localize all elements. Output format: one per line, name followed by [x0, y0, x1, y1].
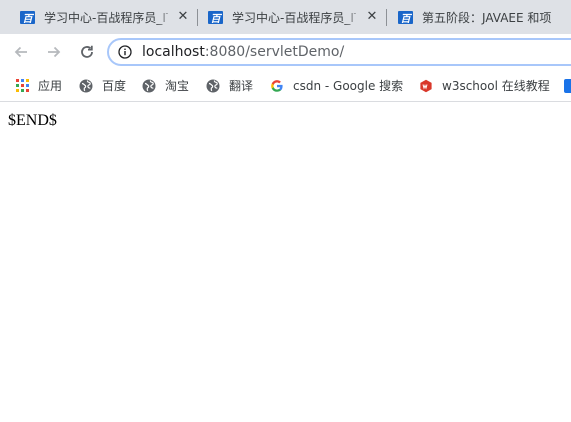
browser-toolbar: localhost:8080/servletDemo/	[0, 34, 571, 70]
url-path: :8080/servletDemo/	[204, 44, 345, 60]
globe-icon	[142, 79, 156, 92]
bookmark-apps[interactable]: 应用	[16, 70, 62, 101]
tab-strip: 百 学习中心-百战程序员_IT ✕ 百 学习中心-百战程序员_IT ✕ 百 第五…	[0, 0, 571, 34]
reload-button[interactable]	[75, 40, 99, 64]
back-button[interactable]	[9, 40, 33, 64]
url-text: localhost:8080/servletDemo/	[142, 44, 344, 60]
bookmark-baidu[interactable]: 百度	[79, 70, 126, 101]
page-body-text: $END$	[8, 112, 57, 129]
url-host: localhost	[142, 44, 205, 60]
tab-title: 第五阶段：JAVAEE 和项	[422, 10, 552, 25]
w3school-icon	[420, 79, 432, 92]
tab-2[interactable]: 百 学习中心-百战程序员_IT ✕	[188, 0, 385, 34]
reload-icon	[81, 45, 93, 58]
bookmark-w3school[interactable]: w3school 在线教程	[419, 70, 550, 101]
bookmark-translate[interactable]: 翻译	[206, 70, 253, 101]
tab-title-fade	[344, 0, 362, 34]
tab-1[interactable]: 百 学习中心-百战程序员_IT ✕	[0, 0, 196, 34]
tab-title-fade	[553, 0, 571, 34]
bookmark-label: 应用	[38, 79, 63, 93]
tab-3[interactable]: 百 第五阶段：JAVAEE 和项	[378, 0, 571, 34]
bookmark-partial-icon	[564, 78, 571, 93]
globe-icon	[79, 79, 93, 92]
close-icon[interactable]: ✕	[365, 10, 379, 24]
bookmarks-bar: 应用 百度 淘宝 翻译 csdn - Google 搜索 w3school 在线…	[0, 70, 571, 102]
tab-title: 学习中心-百战程序员_IT	[232, 10, 356, 25]
google-icon	[271, 79, 283, 92]
arrow-right-icon	[48, 46, 61, 58]
bookmark-label: 淘宝	[165, 79, 190, 93]
arrow-left-icon	[14, 46, 27, 58]
bookmark-csdn-google[interactable]: csdn - Google 搜索	[270, 70, 403, 101]
bookmark-label: w3school 在线教程	[442, 79, 550, 93]
bz-favicon-icon: 百	[20, 10, 35, 25]
bookmark-overflow-partial[interactable]	[564, 70, 571, 101]
info-icon[interactable]	[118, 45, 132, 59]
apps-grid-icon	[16, 79, 29, 92]
bookmark-label: 百度	[102, 79, 127, 93]
globe-icon	[206, 79, 220, 92]
forward-button[interactable]	[42, 40, 66, 64]
bz-favicon-icon: 百	[208, 10, 223, 25]
tab-title-fade	[156, 0, 174, 34]
bz-favicon-icon: 百	[398, 10, 413, 25]
bookmark-label: 翻译	[229, 79, 254, 93]
tab-title: 学习中心-百战程序员_IT	[44, 10, 168, 25]
bookmark-taobao[interactable]: 淘宝	[142, 70, 189, 101]
page-content: $END$	[0, 102, 571, 422]
bookmark-label: csdn - Google 搜索	[293, 79, 404, 93]
address-bar[interactable]: localhost:8080/servletDemo/	[107, 38, 571, 66]
